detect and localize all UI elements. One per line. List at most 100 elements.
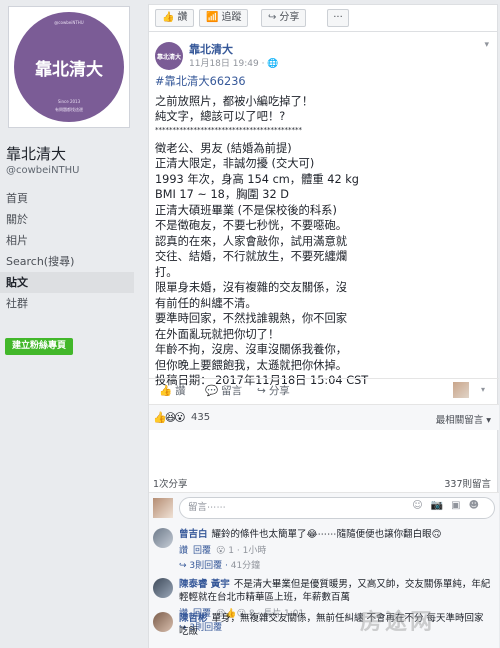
post-card: 靠北清大 靠北清大 11月18日 19:49 · 🌐 ▾ #靠北清大66236 … bbox=[148, 32, 499, 648]
create-page-button[interactable]: 建立粉絲專頁 bbox=[5, 338, 73, 355]
composer-icons: ☺📷▣☻ bbox=[412, 500, 487, 511]
nav-item-search[interactable]: Search(搜尋) bbox=[0, 251, 134, 272]
post-time-text: 11月18日 19:49 · bbox=[189, 59, 268, 69]
post-line: 正清大碩班畢業 (不是保校後的科系) bbox=[155, 203, 337, 217]
reaction-emoji-icons[interactable]: 👍😆😮 bbox=[153, 411, 186, 424]
commenter-name[interactable]: 曾吉白 bbox=[179, 529, 208, 540]
post-line: ****************************************… bbox=[155, 125, 302, 134]
speech-bubble-icon: 💬 bbox=[205, 385, 219, 397]
share-arrow-icon: ↪ bbox=[268, 12, 277, 23]
post-line: BMI 17 ~ 18，胸圍 32 D bbox=[155, 188, 289, 201]
post-action-bar: 👍 讚 💬 留言 ↪ 分享 ▾ bbox=[149, 378, 499, 402]
view-replies-link[interactable]: ↪ 3則回覆 · 41分鐘 bbox=[179, 558, 260, 571]
like-page-button[interactable]: 👍 讚 bbox=[155, 9, 195, 27]
reactions-row: 👍😆😮 435 最相關留言 ▾ bbox=[149, 404, 499, 430]
post-timestamp[interactable]: 11月18日 19:49 · 🌐 bbox=[189, 56, 279, 69]
nav-item-home[interactable]: 首頁 bbox=[0, 188, 134, 209]
left-column: @cowbeiNTHU 靠北清大 Since 2013 有問題都找這邊 靠北清大… bbox=[0, 0, 138, 648]
post-line: 有前任的糾纏不清。 bbox=[155, 296, 257, 310]
nav-item-photos[interactable]: 相片 bbox=[0, 230, 134, 251]
like-button[interactable]: 👍 讚 bbox=[159, 383, 186, 398]
logo-name: 靠北清大 bbox=[35, 59, 103, 80]
nav-item-about[interactable]: 關於 bbox=[0, 209, 134, 230]
commenter-name[interactable]: 陳泰睿 黃宇 bbox=[179, 579, 230, 590]
post-hashtag[interactable]: #靠北清大66236 bbox=[155, 74, 493, 90]
comment-count[interactable]: 337則留言 bbox=[444, 476, 491, 490]
commenter-avatar[interactable] bbox=[153, 578, 173, 598]
comment-text: 陳哲彬 單身，無複雜交友關係，無前任糾纏 不會再在不分 每天準時回家吃飯 bbox=[179, 612, 491, 638]
globe-icon: 🌐 bbox=[267, 59, 279, 69]
commenter-avatar[interactable] bbox=[153, 612, 173, 632]
profile-logo: @cowbeiNTHU 靠北清大 Since 2013 有問題都找這邊 bbox=[14, 12, 124, 122]
comment-item: 陳哲彬 單身，無複雜交友關係，無前任糾纏 不會再在不分 每天準時回家吃飯 bbox=[153, 612, 495, 648]
replies-label: ↪ 3則回覆 bbox=[179, 561, 223, 571]
thumbs-up-icon: 👍 bbox=[159, 385, 173, 397]
nav-item-posts[interactable]: 貼文 bbox=[0, 272, 134, 293]
profile-picture[interactable]: @cowbeiNTHU 靠北清大 Since 2013 有問題都找這邊 bbox=[8, 6, 130, 128]
post-line: 認真的在來，人家會敲你，試用滿意就 bbox=[155, 234, 348, 248]
post-author-name[interactable]: 靠北清大 bbox=[189, 41, 233, 57]
emoji-icon[interactable]: ☺ bbox=[412, 500, 430, 511]
post-line: 正清大限定，非誠勿擾 (交大可) bbox=[155, 157, 315, 170]
comment-body: 耀鈴的條件也太簡單了😂⋯⋯隨隨便便也譲你翻白眼🙃 bbox=[211, 529, 442, 540]
post-line: 限單身未婚，沒有複雜的交友關係，沒 bbox=[155, 281, 348, 294]
post-author-avatar[interactable]: 靠北清大 bbox=[155, 42, 183, 70]
nav-item-community[interactable]: 社群 bbox=[0, 293, 134, 314]
comment-meta: 讚回覆 😮 1 · 1小時 bbox=[179, 546, 267, 556]
page-handle[interactable]: @cowbeiNTHU bbox=[6, 165, 80, 176]
logo-tag: 有問題都找這邊 bbox=[55, 107, 83, 112]
logo-top-text: @cowbeiNTHU bbox=[54, 20, 84, 25]
logo-since: Since 2013 bbox=[57, 99, 81, 104]
commenter-avatar[interactable] bbox=[153, 528, 173, 548]
post-line: 之前放照片，都被小編吃掉了！ bbox=[155, 94, 314, 108]
post-line: 徵老公、男友 (結婚為前提) bbox=[155, 141, 292, 155]
post-line: 在外面亂玩就把你切了！ bbox=[155, 327, 280, 341]
comment-text: 曾吉白 耀鈴的條件也太簡單了😂⋯⋯隨隨便便也譲你翻白眼🙃 bbox=[179, 528, 491, 541]
post-line: 交往、結婚，不行就放生，不要死纏爛 bbox=[155, 250, 348, 263]
gif-icon[interactable]: ▣ bbox=[451, 500, 468, 511]
comment-composer: 留言⋯⋯ ☺📷▣☻ bbox=[153, 496, 495, 522]
like-page-label: 讚 bbox=[177, 12, 188, 23]
viewer-avatar[interactable] bbox=[453, 382, 469, 398]
comment-time[interactable]: 1小時 bbox=[243, 546, 267, 556]
comment-text: 陳泰睿 黃宇 不是清大畢業但是優質暖男，又高又帥，交友關係單純，年紀輕輕就在台北市… bbox=[179, 578, 491, 604]
post-line: 打。 bbox=[155, 265, 178, 279]
post-line: 純文字，總該可以了吧！? bbox=[155, 110, 286, 123]
thumbs-up-icon: 👍 bbox=[162, 12, 175, 23]
post-line: 不是徵砲友，不要七秒恍，不要噁砲。 bbox=[155, 219, 348, 232]
post-menu-caret-icon[interactable]: ▾ bbox=[484, 40, 489, 50]
post-line: 但你晚上要餵飽我，太遜就把你休掉。 bbox=[155, 358, 348, 372]
post-line: 1993 年次，身高 154 cm，體重 42 kg bbox=[155, 172, 359, 186]
comment-item: 曾吉白 耀鈴的條件也太簡單了😂⋯⋯隨隨便便也譲你翻白眼🙃 讚回覆 😮 1 · 1小時… bbox=[153, 528, 495, 574]
replies-time: 41分鐘 bbox=[230, 561, 261, 571]
comment-body: 單身，無複雜交友關係，無前任糾纏 不會再在不分 每天準時回家吃飯 bbox=[179, 613, 484, 637]
page-nav: 首頁 關於 相片 Search(搜尋) 貼文 社群 bbox=[0, 188, 134, 314]
camera-icon[interactable]: 📷 bbox=[431, 500, 451, 511]
commenter-name[interactable]: 陳哲彬 bbox=[179, 613, 208, 624]
like-label: 讚 bbox=[175, 385, 186, 397]
post-line: 要準時回家，不然找誰親熱，你不回家 bbox=[155, 312, 348, 325]
reaction-count[interactable]: 435 bbox=[191, 412, 210, 423]
comment-reply-link[interactable]: 回覆 bbox=[193, 546, 211, 556]
share-button[interactable]: ↪ 分享 bbox=[257, 383, 290, 398]
share-page-button[interactable]: ↪ 分享 bbox=[261, 9, 307, 27]
more-options-button[interactable]: ··· bbox=[327, 9, 349, 27]
comment-like-link[interactable]: 讚 bbox=[179, 546, 188, 556]
sticker-icon[interactable]: ☻ bbox=[469, 500, 487, 511]
follow-button[interactable]: 📶 追蹤 bbox=[199, 9, 249, 27]
comment-button[interactable]: 💬 留言 bbox=[205, 383, 242, 398]
page-name[interactable]: 靠北清大 bbox=[6, 143, 66, 164]
comment-reactions[interactable]: 😮 1 bbox=[216, 546, 234, 556]
chevron-down-icon[interactable]: ▾ bbox=[481, 385, 485, 394]
comment-sort-dropdown[interactable]: 最相關留言 ▾ bbox=[436, 412, 491, 426]
post-body: #靠北清大66236 之前放照片，都被小編吃掉了！ 純文字，總該可以了吧！? *… bbox=[155, 74, 493, 389]
share-arrow-icon: ↪ bbox=[257, 385, 266, 397]
page-action-bar: 👍 讚 📶 追蹤 ↪ 分享 ··· bbox=[148, 4, 498, 32]
shares-row: 1次分享 337則留言 bbox=[149, 472, 499, 492]
rss-icon: 📶 bbox=[206, 12, 219, 23]
share-count[interactable]: 1次分享 bbox=[153, 476, 188, 490]
ellipsis-icon: ··· bbox=[333, 12, 343, 23]
comment-label: 留言 bbox=[221, 385, 243, 397]
viewer-avatar bbox=[153, 498, 173, 518]
share-label: 分享 bbox=[268, 385, 290, 397]
